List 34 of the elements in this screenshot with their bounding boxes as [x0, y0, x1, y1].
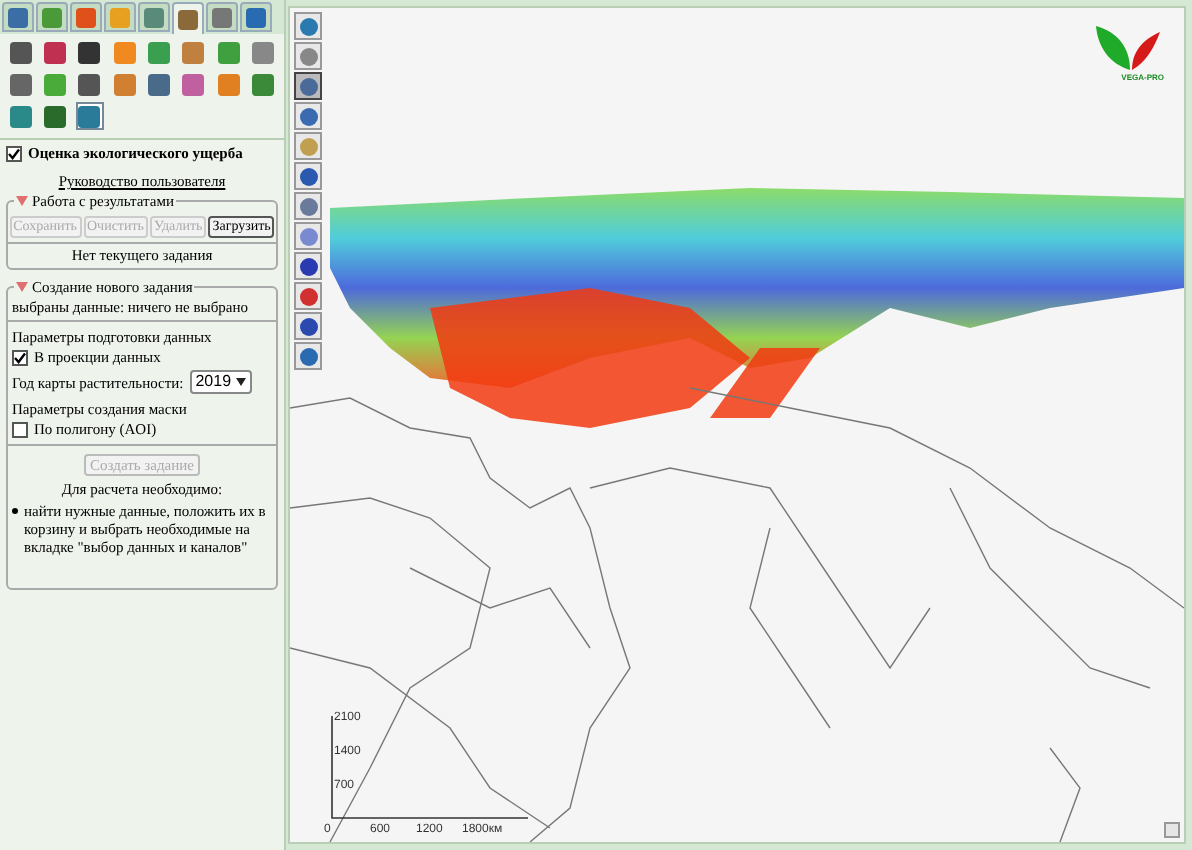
map-tool-button[interactable] — [294, 312, 322, 340]
map-tool-button[interactable] — [294, 252, 322, 280]
bullet-icon — [12, 508, 18, 514]
polygon-checkbox[interactable] — [12, 421, 28, 437]
tool-button[interactable] — [6, 38, 34, 66]
corner-toggle-icon[interactable] — [1164, 822, 1180, 838]
panel-tab[interactable] — [172, 2, 204, 34]
collapse-arrow-icon[interactable] — [16, 282, 28, 292]
year-select[interactable]: 2019 — [189, 370, 252, 394]
map-tool-button[interactable] — [294, 72, 322, 100]
tool-button[interactable] — [145, 70, 173, 98]
tool-button[interactable] — [75, 102, 104, 130]
map-tool-button[interactable] — [294, 282, 322, 310]
caret-icon — [235, 378, 246, 386]
tool-button[interactable] — [40, 102, 69, 130]
panel-tab[interactable] — [2, 2, 34, 32]
panel-tab[interactable] — [206, 2, 238, 32]
projection-checkbox[interactable] — [12, 349, 28, 365]
module-checkbox[interactable] — [6, 145, 22, 161]
map-tool-button[interactable] — [294, 12, 322, 40]
map-tool-button[interactable] — [294, 162, 322, 190]
panel-tab[interactable] — [240, 2, 272, 32]
tool-button[interactable] — [40, 38, 69, 66]
tool-button[interactable] — [75, 38, 104, 66]
leaf-logo-icon — [1094, 24, 1163, 72]
map-tool-button[interactable] — [294, 342, 322, 370]
tool-button[interactable] — [75, 70, 104, 98]
checkmark-icon — [14, 351, 26, 363]
map-tool-button[interactable] — [294, 102, 322, 130]
checkmark-icon — [8, 147, 20, 159]
tool-button[interactable] — [6, 70, 34, 98]
map-tool-button[interactable] — [294, 192, 322, 220]
panel-tab[interactable] — [138, 2, 170, 32]
collapse-arrow-icon[interactable] — [16, 196, 28, 206]
